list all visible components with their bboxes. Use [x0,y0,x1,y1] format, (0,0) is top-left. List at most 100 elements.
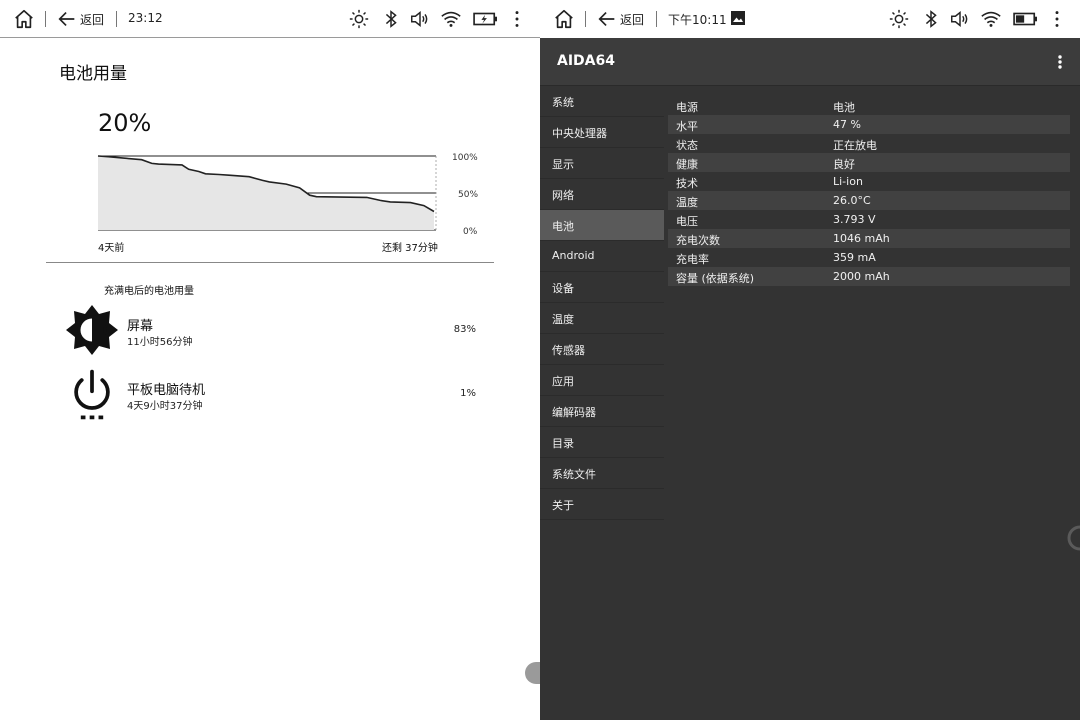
wifi-icon[interactable] [440,8,462,30]
nav-item-label: 网络 [552,189,574,202]
detail-row: 温度 26.0°C [668,191,1070,210]
detail-row: 电压 3.793 V [668,210,1070,229]
nav-item[interactable]: 电池 [540,210,664,241]
detail-key: 温度 [676,196,698,209]
overflow-menu-icon[interactable] [1050,50,1070,74]
detail-value: 良好 [833,158,855,171]
nav-item[interactable]: 设备 [540,272,664,303]
nav-item-label: 系统 [552,96,574,109]
usage-section-title: 充满电后的电池用量 [104,286,194,297]
detail-row: 充电率 359 mA [668,248,1070,267]
volume-icon[interactable] [409,8,431,30]
edge-handle-icon[interactable] [1066,524,1080,552]
usage-item-screen[interactable]: 屏幕 11小时56分钟 83% [64,303,484,363]
brightness-icon[interactable] [348,8,370,30]
detail-value: 2000 mAh [833,270,890,283]
left-status-bar: 返回 23:12 [0,0,540,38]
nav-item[interactable]: 关于 [540,489,664,520]
detail-value: 26.0°C [833,194,871,207]
volume-icon[interactable] [949,8,971,30]
more-vertical-icon[interactable] [507,8,527,30]
nav-item-label: 显示 [552,158,574,171]
detail-value: 1046 mAh [833,232,890,245]
nav-item[interactable]: 显示 [540,148,664,179]
home-icon[interactable] [13,8,35,30]
right-status-bar: 返回 下午10:11 [540,0,1080,38]
detail-key: 水平 [676,120,698,133]
detail-key: 健康 [676,158,698,171]
nav-item-label: 中央处理器 [552,127,607,140]
app-title: AIDA64 [557,53,615,69]
battery-icon [1013,12,1037,26]
detail-value: 3.793 V [833,213,876,226]
status-separator [45,11,46,27]
status-time: 23:12 [128,11,163,25]
bluetooth-icon[interactable] [380,8,402,30]
chart-x-start-label: 4天前 [98,243,125,254]
detail-value: 47 % [833,118,861,131]
more-vertical-icon[interactable] [1047,8,1067,30]
nav-item-label: 电池 [552,220,574,233]
usage-item-percent: 83% [453,324,476,335]
detail-key: 充电次数 [676,234,720,247]
nav-item[interactable]: 传感器 [540,334,664,365]
page-title: 电池用量 [59,64,127,84]
nav-item[interactable]: 应用 [540,365,664,396]
nav-item[interactable]: 系统 [540,86,664,117]
detail-row: 充电次数 1046 mAh [668,229,1070,248]
category-nav: 系统中央处理器显示网络电池 Android 设备温度传感器应用编解码器目录系统文件关… [540,86,664,520]
detail-key: 充电率 [676,253,709,266]
detail-value: Li-ion [833,175,863,188]
nav-item[interactable]: 目录 [540,427,664,458]
back-button[interactable]: 返回 [56,6,104,32]
nav-item-label: 温度 [552,313,574,326]
nav-item-label: Android [552,249,595,262]
usage-item-name: 屏幕 [127,319,154,334]
usage-item-name: 平板电脑待机 [127,383,206,398]
detail-row: 健康 良好 [668,153,1070,172]
status-separator [116,11,117,27]
nav-item-label: 应用 [552,375,574,388]
nav-item[interactable]: 温度 [540,303,664,334]
nav-item-label: 关于 [552,499,574,512]
nav-item-label: 系统文件 [552,468,596,481]
wifi-icon[interactable] [980,8,1002,30]
status-separator [656,11,657,27]
nav-item-label: 传感器 [552,344,585,357]
battery-charging-icon [473,12,497,26]
detail-row: 水平 47 % [668,115,1070,134]
y-tick-100: 100% [452,153,478,163]
nav-item[interactable]: 编解码器 [540,396,664,427]
battery-detail-table: 电源 电池 水平 47 % 状态 正在放电 健康 良好 技术 Li-ion 温度 26.0°C 电压 3.… [668,96,1070,286]
usage-item-percent: 1% [460,388,476,399]
nav-item[interactable]: 网络 [540,179,664,210]
detail-key: 电源 [676,101,698,114]
nav-item-label: 设备 [552,282,574,295]
power-standby-icon [74,369,110,420]
back-arrow-icon [58,11,75,27]
bluetooth-icon[interactable] [920,8,942,30]
brightness-icon[interactable] [888,8,910,30]
nav-item[interactable]: 中央处理器 [540,117,664,148]
nav-item[interactable]: Android [540,241,664,272]
detail-key: 技术 [676,177,698,190]
nav-item-label: 编解码器 [552,406,596,419]
chart-x-end-label: 还剩 37分钟 [382,243,438,254]
home-icon[interactable] [553,8,575,30]
nav-item[interactable]: 系统文件 [540,458,664,489]
back-label: 返回 [80,12,105,27]
back-label: 返回 [620,12,645,27]
y-tick-0: 0% [463,227,478,237]
usage-item-standby[interactable]: 平板电脑待机 4天9小时37分钟 1% [64,367,484,427]
aida64-panel: AIDA64 系统 中央处理器 显示 网络 电池 Android 设备 温度 传感器 应用 编解码器… [540,38,1080,720]
detail-key: 电压 [676,215,698,228]
detail-key: 容量 (依据系统) [676,272,755,285]
y-tick-50: 50% [458,190,478,200]
back-button[interactable]: 返回 [596,6,644,32]
status-separator [585,11,586,27]
battery-usage-panel: 电池用量 20% 100% 50% 0% 4天前 还剩 37分钟 充满电后的电池… [0,39,555,720]
image-icon [731,11,745,25]
detail-row: 状态 正在放电 [668,134,1070,153]
nav-item-label: 目录 [552,437,574,450]
detail-row: 技术 Li-ion [668,172,1070,191]
